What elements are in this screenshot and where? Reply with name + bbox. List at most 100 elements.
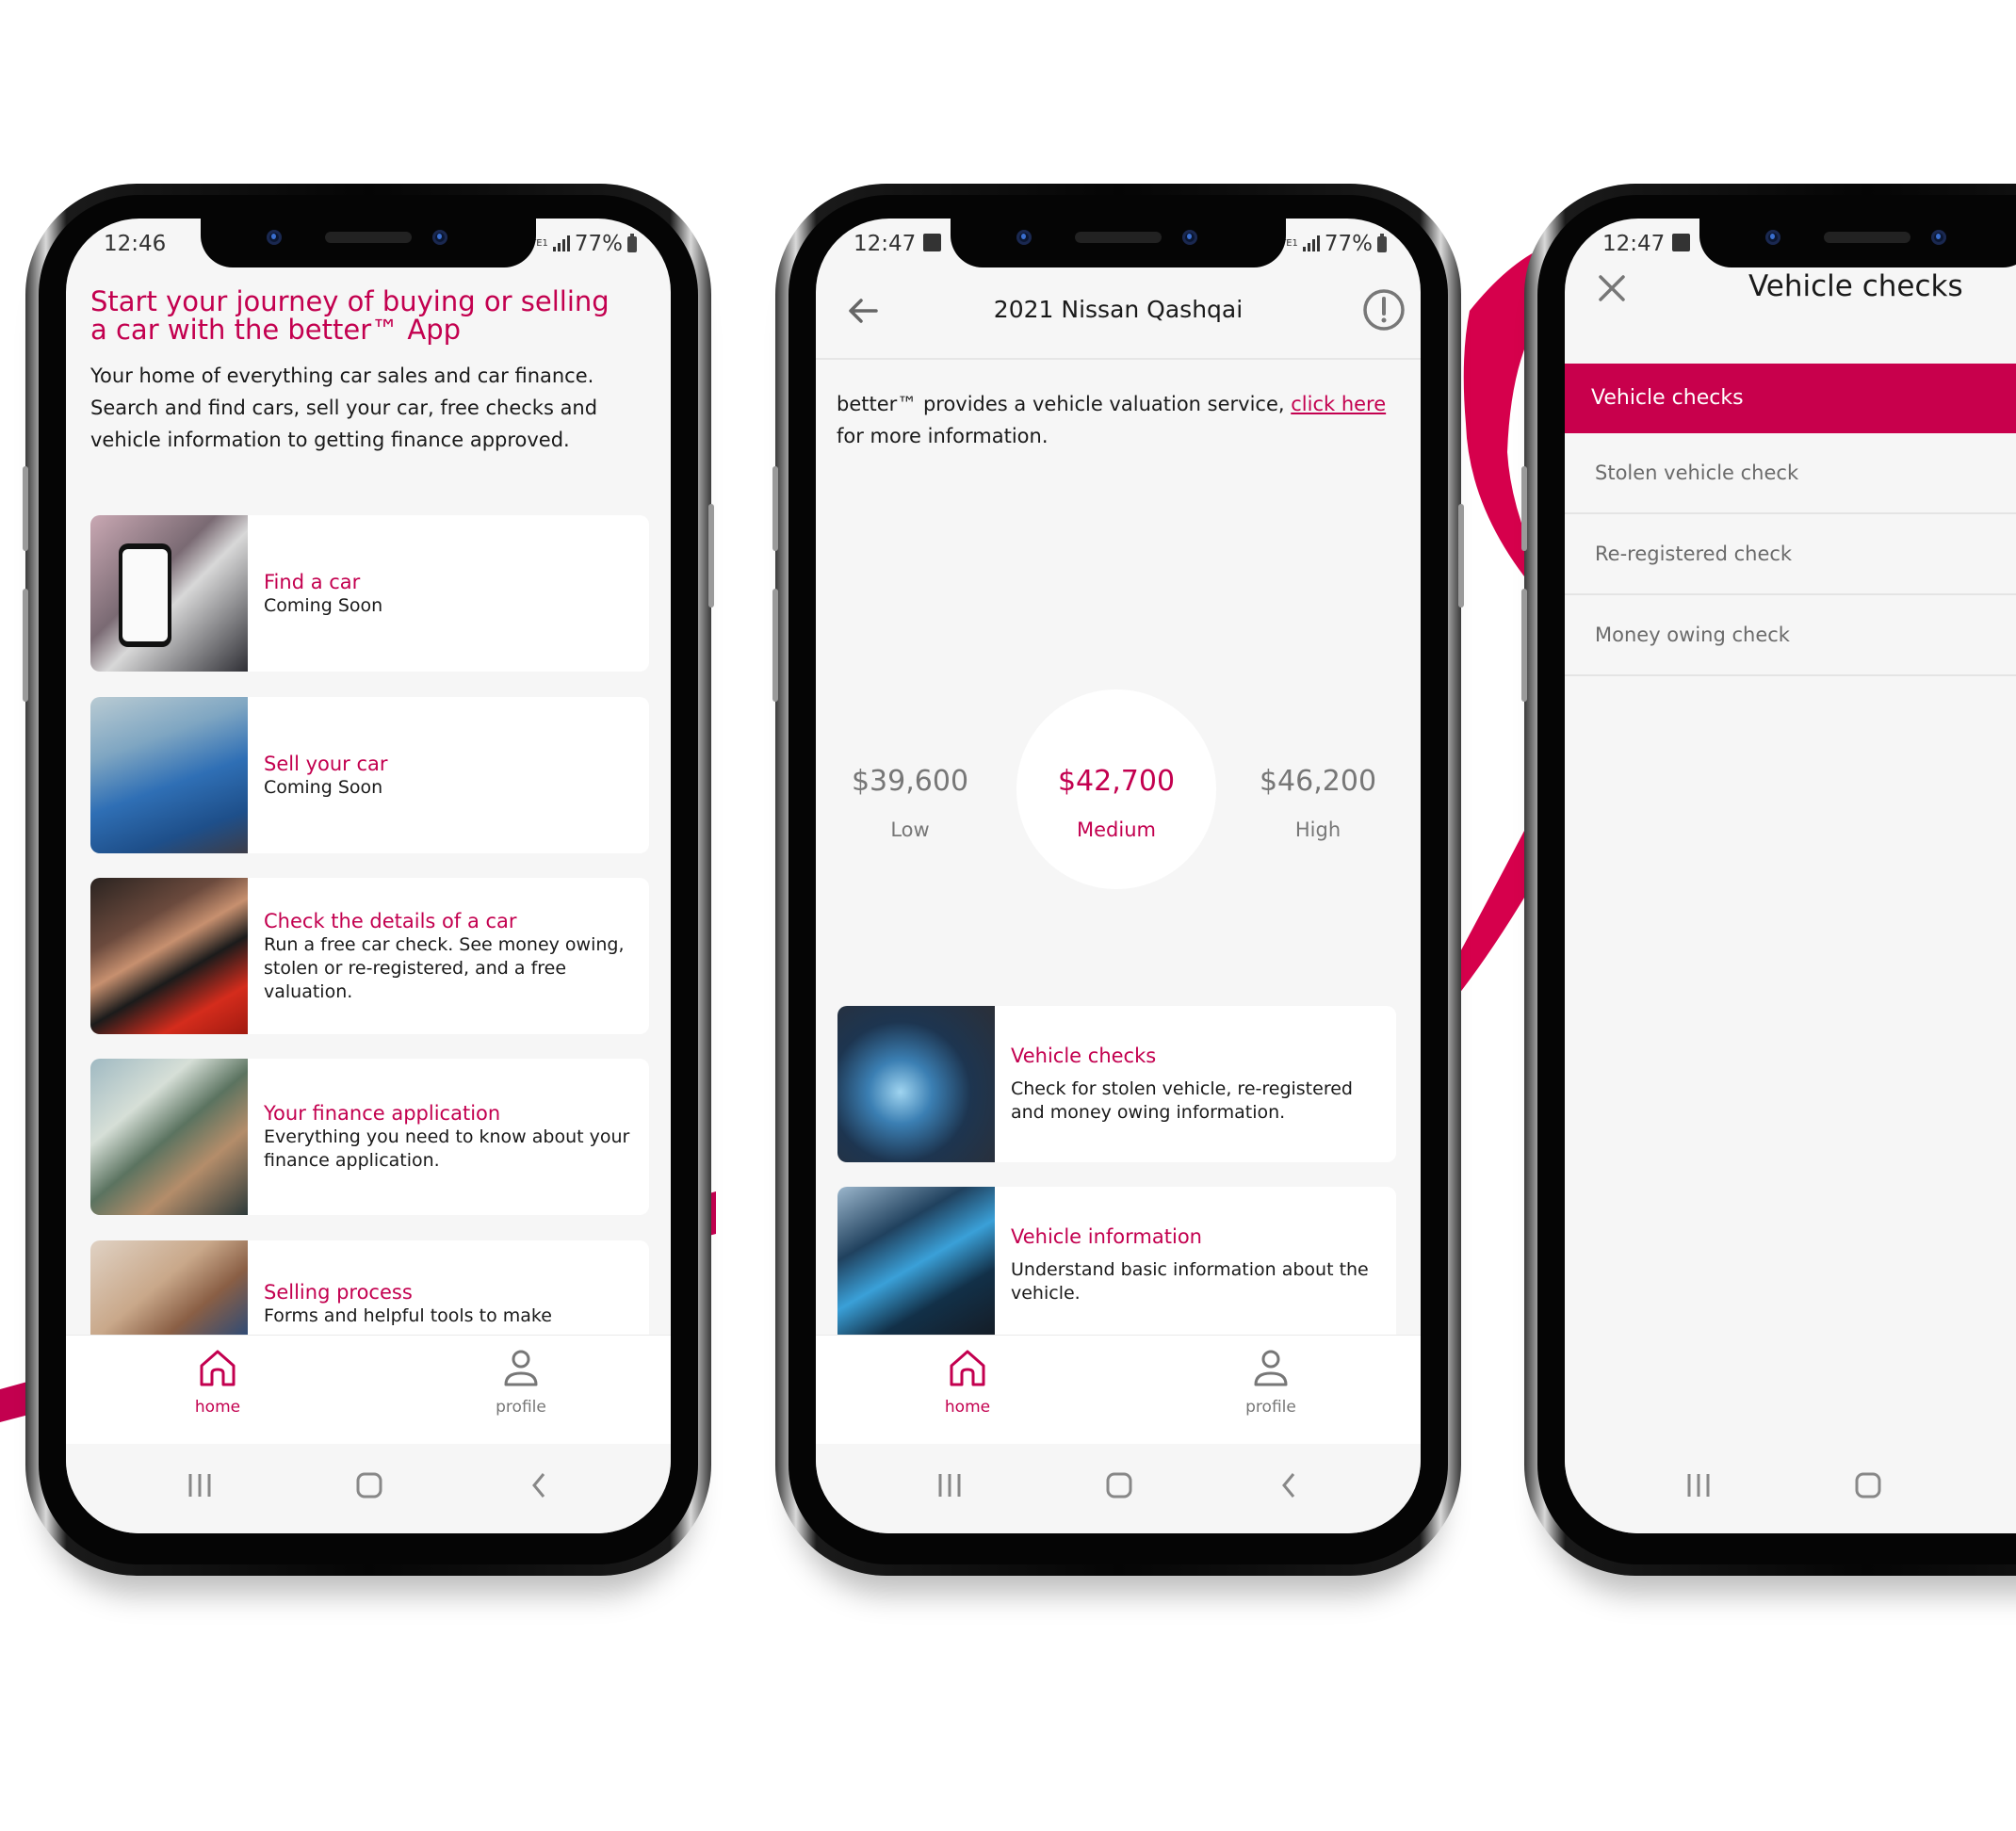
- recent-apps-button[interactable]: [1678, 1468, 1719, 1502]
- tablet-diagnostics-in-car-image: [837, 1187, 995, 1343]
- tab-home[interactable]: home: [902, 1347, 1033, 1417]
- status-time: 12:46: [104, 232, 167, 256]
- battery-icon: [627, 233, 637, 252]
- card-title: Vehicle information: [1011, 1225, 1202, 1248]
- man-inspecting-red-car-image: [90, 878, 248, 1034]
- phone-mockup-valuation: 12:47 LTE1 77% 2021 Nissan Qashqai bette…: [772, 184, 1464, 1576]
- valuation-label: High: [1294, 818, 1341, 841]
- recent-apps-button[interactable]: [929, 1468, 970, 1502]
- valuation-high: $46,200 High: [1233, 765, 1403, 841]
- signal-icon: [1302, 235, 1320, 251]
- image-notification-icon: [923, 234, 942, 251]
- card-subtitle: Check for stolen vehicle, re-registered …: [1011, 1078, 1353, 1123]
- page-title: Start your journey of buying or selling …: [90, 285, 610, 346]
- card-subtitle: Forms and helpful tools to make: [264, 1305, 552, 1326]
- intro-text-end: for more information.: [837, 425, 1049, 447]
- battery-percent: 77%: [574, 232, 623, 256]
- card-title: Sell your car: [264, 752, 388, 775]
- battery-icon: [1377, 233, 1387, 252]
- card-vehicle-information[interactable]: Vehicle information Understand basic info…: [837, 1187, 1396, 1343]
- signal-icon: [552, 235, 570, 251]
- tab-home[interactable]: home: [152, 1347, 284, 1417]
- menu-item-re-registered-check[interactable]: Re-registered check: [1565, 514, 2016, 595]
- card-title: Selling process: [264, 1281, 413, 1304]
- tab-label: profile: [496, 1398, 546, 1417]
- battery-percent: 77%: [1324, 232, 1373, 256]
- recent-apps-icon: [938, 1474, 961, 1497]
- intro-text: better™ provides a vehicle valuation ser…: [837, 393, 1292, 415]
- home-nav-icon: [356, 1472, 382, 1499]
- vehicle-checks-screen: 12:47 Vehicle checks Vehicle checks Stol…: [1565, 219, 2016, 1533]
- profile-icon: [1254, 1350, 1288, 1386]
- tab-label: profile: [1245, 1398, 1296, 1417]
- back-nav-button[interactable]: [518, 1468, 560, 1502]
- home-nav-button[interactable]: [1847, 1468, 1889, 1502]
- valuation-amount: $42,700: [1057, 765, 1176, 798]
- android-nav-bar: [66, 1444, 671, 1533]
- card-subtitle: Understand basic information about the v…: [1011, 1259, 1369, 1304]
- vehicle-title: 2021 Nissan Qashqai: [993, 296, 1244, 323]
- status-time: 12:47: [1602, 232, 1666, 256]
- valuation-medium: $42,700 Medium: [1032, 765, 1201, 841]
- page-title: Vehicle checks: [1748, 269, 1963, 303]
- card-sell-your-car[interactable]: Sell your car Coming Soon: [90, 697, 649, 853]
- phone-mockup-vehicle-checks: 12:47 Vehicle checks Vehicle checks Stol…: [1521, 184, 2016, 1576]
- android-nav-bar: [1565, 1444, 2016, 1533]
- tab-label: home: [194, 1398, 241, 1417]
- status-time: 12:47: [854, 232, 917, 256]
- phone-mockup-home: 12:46 LTE1 77% Start your journey of buy…: [23, 184, 714, 1576]
- tab-label: home: [944, 1398, 991, 1417]
- card-title: Vehicle checks: [1011, 1045, 1157, 1067]
- home-nav-icon: [1855, 1472, 1881, 1499]
- back-nav-button[interactable]: [1268, 1468, 1309, 1502]
- home-icon: [950, 1350, 985, 1386]
- menu-item-stolen-vehicle-check[interactable]: Stolen vehicle check: [1565, 433, 2016, 514]
- card-title: Check the details of a car: [264, 909, 517, 932]
- recent-apps-icon: [1687, 1474, 1710, 1497]
- card-subtitle: Coming Soon: [264, 776, 383, 798]
- notch: [1699, 219, 2016, 267]
- home-nav-icon: [1106, 1472, 1132, 1499]
- man-with-coffee-and-phone-image: [90, 1059, 248, 1215]
- card-title: Find a car: [264, 570, 361, 593]
- man-handing-car-keys-image: [90, 697, 248, 853]
- valuation-label: Medium: [1077, 818, 1156, 841]
- valuation-amount: $46,200: [1259, 765, 1377, 798]
- card-subtitle: Run a free car check. See money owing, s…: [264, 933, 625, 1002]
- magnifying-glass-over-car-image: [837, 1006, 995, 1162]
- menu-item-money-owing-check[interactable]: Money owing check: [1565, 595, 2016, 676]
- recent-apps-icon: [188, 1474, 211, 1497]
- phone-showing-car-app-image: [90, 515, 248, 672]
- tab-profile[interactable]: profile: [1205, 1347, 1337, 1417]
- app-header: 2021 Nissan Qashqai: [816, 267, 1421, 360]
- valuation-amount: $39,600: [851, 765, 969, 798]
- close-icon[interactable]: [1593, 269, 1631, 307]
- back-nav-icon: [532, 1473, 545, 1498]
- page-description: Your home of everything car sales and ca…: [90, 365, 598, 451]
- profile-icon: [504, 1350, 538, 1386]
- bottom-tab-bar: home profile: [66, 1335, 671, 1445]
- card-vehicle-checks[interactable]: Vehicle checks Check for stolen vehicle, …: [837, 1006, 1396, 1162]
- home-screen: 12:46 LTE1 77% Start your journey of buy…: [66, 219, 671, 1533]
- valuation-low: $39,600 Low: [825, 765, 995, 841]
- valuation-label: Low: [890, 818, 930, 841]
- click-here-link[interactable]: click here: [1291, 393, 1386, 415]
- card-find-a-car[interactable]: Find a car Coming Soon: [90, 515, 649, 672]
- card-finance-application[interactable]: Your finance application Everything you n…: [90, 1059, 649, 1215]
- home-nav-button[interactable]: [1098, 1468, 1140, 1502]
- recent-apps-button[interactable]: [179, 1468, 220, 1502]
- menu-item-vehicle-checks-active[interactable]: Vehicle checks: [1565, 364, 2016, 433]
- home-nav-button[interactable]: [349, 1468, 390, 1502]
- card-subtitle: Coming Soon: [264, 594, 383, 616]
- tab-profile[interactable]: profile: [455, 1347, 587, 1417]
- info-circle-icon[interactable]: [1362, 288, 1406, 332]
- back-nav-icon: [1282, 1473, 1295, 1498]
- android-nav-bar: [816, 1444, 1421, 1533]
- valuation-intro: better™ provides a vehicle valuation ser…: [837, 388, 1402, 452]
- valuation-screen: 12:47 LTE1 77% 2021 Nissan Qashqai bette…: [816, 219, 1421, 1533]
- card-check-details[interactable]: Check the details of a car Run a free car…: [90, 878, 649, 1034]
- home-icon: [200, 1350, 236, 1386]
- notch: [951, 219, 1286, 267]
- card-subtitle: Everything you need to know about your f…: [264, 1126, 630, 1171]
- notch: [201, 219, 536, 267]
